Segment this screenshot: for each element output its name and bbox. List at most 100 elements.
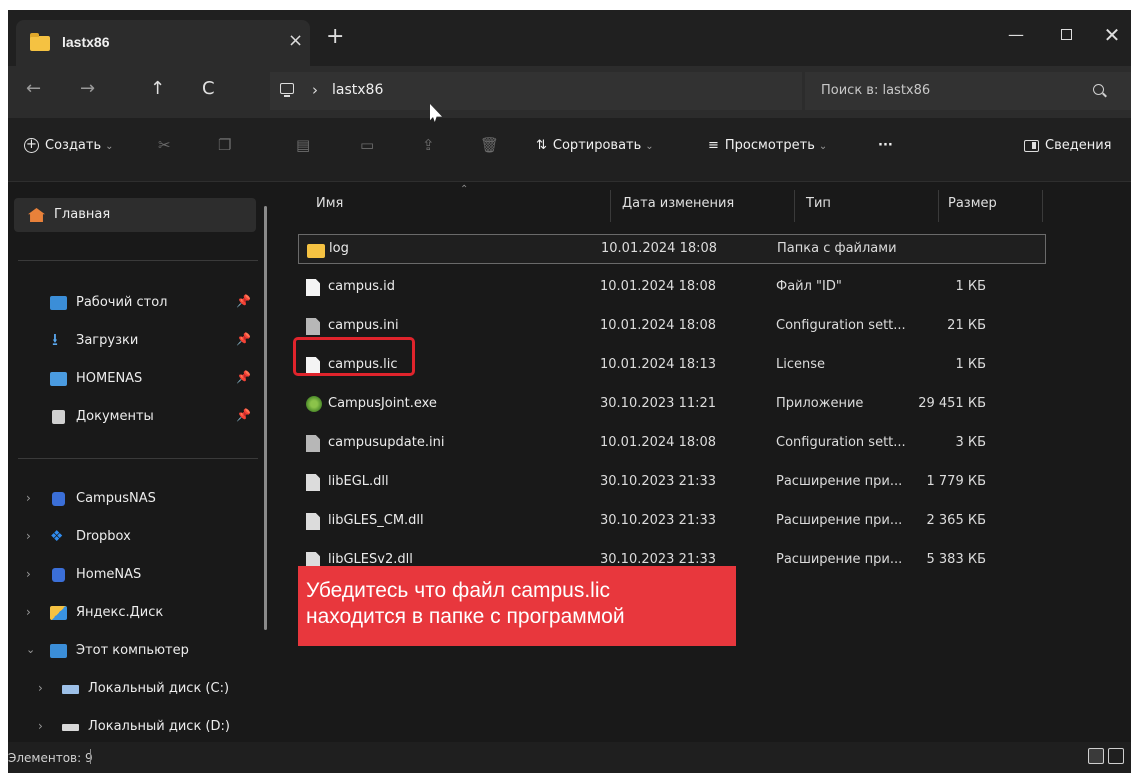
refresh-button[interactable]: C — [202, 78, 215, 99]
close-button[interactable]: ✕ — [1090, 20, 1131, 50]
file-type: Configuration sett... — [776, 318, 906, 333]
nas-icon — [50, 372, 67, 386]
sidebar-item-homenas[interactable]: › HomeNAS — [8, 558, 258, 592]
create-button[interactable]: + Создать ⌄ — [24, 138, 114, 153]
details-button[interactable]: Сведения — [1024, 138, 1112, 153]
new-tab-button[interactable]: + — [326, 26, 344, 48]
plus-icon: + — [24, 138, 39, 153]
sidebar-item-label: Рабочий стол — [76, 295, 168, 310]
paste-button[interactable]: ▤ — [296, 136, 310, 154]
sidebar-divider — [18, 260, 258, 261]
column-divider[interactable] — [610, 190, 611, 222]
minimize-button[interactable]: — — [994, 20, 1038, 50]
computer-icon — [50, 644, 67, 658]
application-icon — [306, 396, 322, 412]
sidebar-item-disk-c[interactable]: › Локальный диск (C:) — [8, 672, 258, 706]
up-button[interactable]: ↑ — [150, 78, 165, 99]
file-size: 1 779 КБ — [926, 474, 987, 489]
file-name: libEGL.dll — [328, 474, 389, 489]
details-view-button[interactable] — [1088, 748, 1104, 764]
cut-button[interactable]: ✂ — [158, 136, 171, 154]
table-row[interactable]: libEGL.dll 30.10.2023 21:33 Расширение п… — [298, 468, 1046, 498]
sidebar-item-homenas-pinned[interactable]: HOMENAS 📌 — [8, 362, 258, 396]
file-type: Расширение при... — [776, 552, 903, 567]
column-header-name[interactable]: Имя — [316, 196, 343, 211]
file-date: 30.10.2023 21:33 — [600, 513, 717, 528]
share-button[interactable]: ⇪ — [422, 136, 435, 154]
sidebar-item-desktop[interactable]: Рабочий стол 📌 — [8, 286, 258, 320]
callout-line-2: находится в папке с программой — [306, 605, 625, 628]
documents-icon — [52, 410, 65, 424]
file-date: 30.10.2023 21:33 — [600, 552, 717, 567]
folder-icon — [30, 33, 50, 51]
back-button[interactable]: ← — [26, 78, 41, 99]
column-header-date[interactable]: Дата изменения — [622, 196, 734, 211]
table-row[interactable]: CampusJoint.exe 30.10.2023 11:21 Приложе… — [298, 390, 1046, 420]
sidebar-item-label: CampusNAS — [76, 491, 156, 506]
file-size: 3 КБ — [955, 435, 986, 450]
sort-icon: ⇅ — [536, 138, 547, 153]
view-button[interactable]: ≡ Просмотреть ⌄ — [708, 138, 827, 153]
chevron-right-icon[interactable]: › — [26, 605, 31, 619]
sidebar-divider — [18, 458, 258, 459]
sidebar-item-documents[interactable]: Документы 📌 — [8, 400, 258, 434]
drive-icon — [52, 568, 65, 582]
chevron-right-icon[interactable]: › — [26, 491, 31, 505]
sort-button[interactable]: ⇅ Сортировать ⌄ — [536, 138, 654, 153]
copy-button[interactable]: ❐ — [218, 136, 231, 154]
file-name: campusupdate.ini — [328, 435, 445, 450]
settings-file-icon — [306, 435, 320, 452]
column-header-size[interactable]: Размер — [948, 196, 997, 211]
file-size: 2 365 КБ — [926, 513, 987, 528]
column-divider[interactable] — [938, 190, 939, 222]
sidebar-item-yandex-disk[interactable]: › Яндекс.Диск — [8, 596, 258, 630]
search-icon[interactable] — [1093, 84, 1104, 95]
search-input[interactable]: Поиск в: lastx86 — [805, 72, 1131, 110]
sidebar-item-home[interactable]: Главная — [14, 198, 256, 232]
computer-icon — [280, 83, 294, 97]
tab-lastx86[interactable]: lastx86 × — [16, 20, 310, 66]
breadcrumb-lastx86[interactable]: lastx86 — [332, 82, 383, 98]
chevron-right-icon[interactable]: › — [26, 567, 31, 581]
column-divider[interactable] — [794, 190, 795, 222]
dll-file-icon — [306, 474, 320, 491]
sidebar-item-campusnas[interactable]: › CampusNAS — [8, 482, 258, 516]
sidebar-item-label: Загрузки — [76, 333, 139, 348]
forward-button[interactable]: → — [80, 78, 95, 99]
table-row[interactable]: log 10.01.2024 18:08 Папка с файлами — [298, 234, 1046, 264]
tab-close-button[interactable]: × — [288, 30, 303, 51]
file-size: 1 КБ — [955, 279, 986, 294]
address-bar[interactable]: › lastx86 — [270, 72, 802, 110]
rename-button[interactable]: ▭ — [360, 136, 374, 154]
sidebar-item-disk-d[interactable]: › Локальный диск (D:) — [8, 710, 258, 744]
file-size: 5 383 КБ — [926, 552, 987, 567]
chevron-right-icon[interactable]: › — [38, 719, 43, 733]
yandex-disk-icon — [50, 606, 67, 620]
sidebar-item-label: Документы — [76, 409, 154, 424]
more-button[interactable]: ··· — [878, 138, 893, 153]
file-type: Приложение — [776, 396, 864, 411]
maximize-icon — [1060, 28, 1072, 40]
file-date: 30.10.2023 21:33 — [600, 474, 717, 489]
create-label: Создать — [45, 138, 102, 153]
column-divider[interactable] — [1042, 190, 1043, 222]
sidebar-item-downloads[interactable]: ⭳ Загрузки 📌 — [8, 324, 258, 358]
command-bar: + Создать ⌄ ✂ ❐ ▤ ▭ ⇪ 🗑 ⇅ Сортировать ⌄ ≡ Про… — [8, 118, 1131, 182]
chevron-right-icon[interactable]: › — [38, 681, 43, 695]
details-label: Сведения — [1045, 138, 1112, 153]
chevron-down-icon[interactable]: ⌄ — [26, 643, 35, 656]
table-row[interactable]: campusupdate.ini 10.01.2024 18:08 Config… — [298, 429, 1046, 459]
column-header-type[interactable]: Тип — [806, 196, 831, 211]
delete-button[interactable]: 🗑 — [480, 136, 499, 154]
file-icon — [306, 279, 320, 296]
sidebar-item-this-pc[interactable]: ⌄ Этот компьютер — [8, 634, 258, 668]
tiles-view-button[interactable] — [1108, 748, 1124, 764]
sidebar-item-label: Этот компьютер — [76, 643, 189, 658]
maximize-button[interactable] — [1044, 20, 1088, 50]
file-list: ⌃ Имя Дата изменения Тип Размер log 10.0… — [270, 182, 1131, 742]
table-row[interactable]: campus.id 10.01.2024 18:08 Файл "ID" 1 К… — [298, 273, 1046, 303]
table-row[interactable]: libGLES_CM.dll 30.10.2023 21:33 Расширен… — [298, 507, 1046, 537]
sidebar-item-dropbox[interactable]: › ❖ Dropbox — [8, 520, 258, 554]
chevron-right-icon[interactable]: › — [26, 529, 31, 543]
sidebar-scrollbar[interactable] — [264, 206, 267, 630]
